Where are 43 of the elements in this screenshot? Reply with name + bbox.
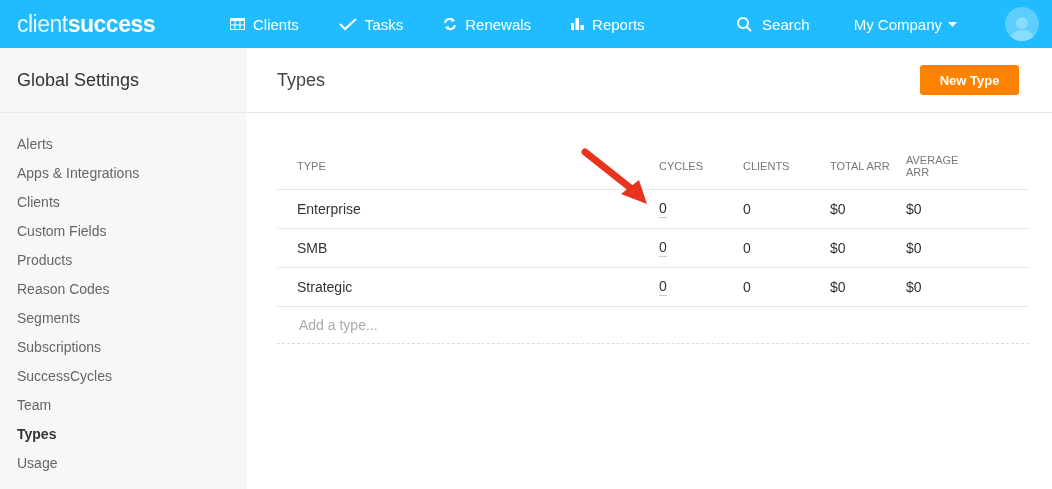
sidebar-item[interactable]: Clients	[17, 192, 60, 213]
table-cell: 0	[743, 201, 751, 217]
column-header: CLIENTS	[743, 159, 790, 172]
column-header: TYPE	[297, 159, 326, 172]
sidebar-item[interactable]: Usage	[17, 453, 58, 474]
table-cell: $0	[830, 240, 846, 256]
search-icon	[737, 16, 753, 32]
column-header: CYCLES	[659, 159, 704, 172]
sidebar-item[interactable]: Team	[17, 395, 52, 416]
sidebar-item[interactable]: Apps & Integrations	[17, 163, 140, 184]
table-cell: 0	[743, 279, 751, 295]
table-cell: SMB	[297, 240, 328, 256]
logo: clientsuccess	[17, 10, 156, 38]
cycles-link[interactable]: 0	[659, 239, 667, 257]
sidebar-item[interactable]: SuccessCycles	[17, 366, 112, 387]
sidebar-item[interactable]: Segments	[17, 308, 81, 329]
table-cell: Enterprise	[297, 201, 361, 217]
table-cell: $0	[906, 201, 922, 217]
caret-icon	[948, 21, 957, 27]
bar-chart-icon	[571, 18, 585, 30]
cycles-link[interactable]: 0	[659, 200, 667, 218]
table-cell: $0	[830, 279, 846, 295]
sidebar-item[interactable]: Subscriptions	[17, 337, 102, 358]
table-cell: $0	[906, 279, 922, 295]
sidebar-item[interactable]: Reason Codes	[17, 279, 110, 300]
table-cell: $0	[830, 201, 846, 217]
add-type-field[interactable]: Add a type...	[297, 316, 601, 334]
sidebar-item[interactable]: Products	[17, 250, 73, 271]
sidebar-item[interactable]: Alerts	[17, 134, 53, 155]
column-header: TOTAL ARR	[830, 159, 890, 172]
sidebar-item[interactable]: Types	[17, 424, 57, 445]
table-cell: 0	[743, 240, 751, 256]
sidebar-title: Global Settings	[17, 69, 140, 91]
sidebar-item[interactable]: Custom Fields	[17, 221, 107, 242]
page-title: Types	[277, 69, 326, 91]
column-header: AVERAGE ARR	[906, 153, 960, 178]
checkmark-icon	[338, 17, 357, 31]
avatar[interactable]	[1005, 7, 1039, 41]
table-cell: Strategic	[297, 279, 353, 295]
table-icon	[230, 18, 245, 30]
table-cell: $0	[906, 240, 922, 256]
cycles-link[interactable]: 0	[659, 278, 667, 296]
refresh-icon	[443, 17, 458, 31]
